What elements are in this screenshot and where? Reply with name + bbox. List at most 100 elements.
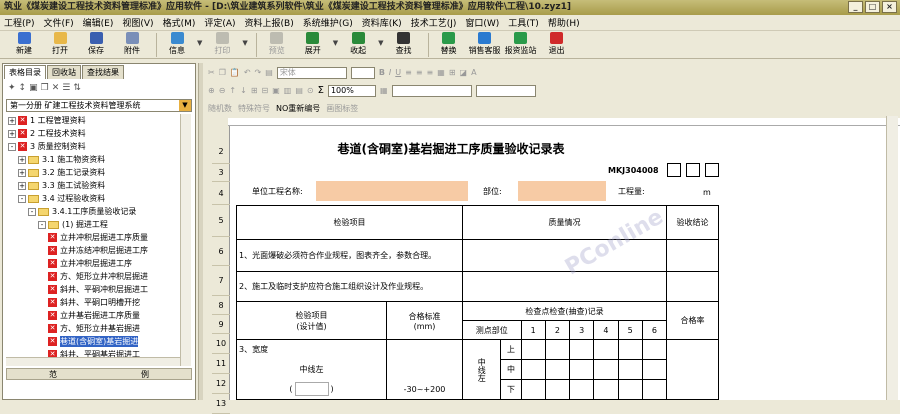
menu-item-0[interactable]: 工程(P) <box>4 16 34 29</box>
renumber-button[interactable]: NO重新编号 <box>276 103 320 114</box>
toolbar-button-12[interactable]: 报资监站 <box>505 31 537 58</box>
cell-l3[interactable] <box>569 379 595 400</box>
insert-col-icon[interactable]: ⊞ <box>251 86 258 95</box>
cut-icon[interactable]: ✂ <box>208 68 215 77</box>
toolbar-button-3[interactable]: 附件 <box>116 31 148 58</box>
toolbar-button-7[interactable]: 展开 <box>297 31 329 58</box>
redo-icon[interactable]: ↷ <box>255 68 262 77</box>
menu-item-5[interactable]: 评定(A) <box>204 16 235 29</box>
row-number[interactable]: 6 <box>212 237 230 266</box>
tree-node[interactable]: ✕ 斜井、平硐冲积层掘进工 <box>6 283 180 296</box>
item-2-quality[interactable] <box>462 271 667 302</box>
link-icon[interactable]: ⊙ <box>307 86 314 95</box>
font-size-select[interactable] <box>350 66 375 79</box>
panel-splitter[interactable] <box>198 63 203 400</box>
menu-item-10[interactable]: 窗口(W) <box>465 16 499 29</box>
tab-recycle-bin[interactable]: 回收站 <box>47 65 81 79</box>
menu-item-8[interactable]: 资料库(K) <box>362 16 402 29</box>
tree-node[interactable]: - ✕ 3 质量控制资料 <box>6 140 180 153</box>
tab-table-directory[interactable]: 表格目录 <box>4 65 46 79</box>
row-number[interactable]: 4 <box>212 182 230 205</box>
tree-node[interactable]: ✕ 立井冲积层掘进工序 <box>6 257 180 270</box>
border-icon[interactable]: ⊞ <box>449 68 456 77</box>
font-select[interactable]: 宋体 <box>276 66 347 79</box>
tab-search-results[interactable]: 查找结果 <box>82 65 124 79</box>
toolbar-button-11[interactable]: 销售客服 <box>469 31 501 58</box>
copy-icon[interactable]: ❐ <box>41 83 49 93</box>
cell-m6[interactable] <box>641 359 668 380</box>
zoom-select[interactable]: 100% <box>327 84 376 97</box>
expand-toggle-icon[interactable]: + <box>18 155 26 164</box>
part-input[interactable] <box>518 181 606 201</box>
cell-m3[interactable] <box>569 359 595 380</box>
font-color-icon[interactable]: A <box>471 68 476 77</box>
cell-m5[interactable] <box>617 359 643 380</box>
expand-toggle-icon[interactable]: - <box>8 142 16 151</box>
cell-u4[interactable] <box>593 339 619 360</box>
row-number[interactable]: 11 <box>212 354 230 374</box>
menu-item-3[interactable]: 视图(V) <box>122 16 153 29</box>
cell-m1[interactable] <box>520 359 546 380</box>
cell-u2[interactable] <box>544 339 571 360</box>
toolbar-button-4[interactable]: 信息 <box>161 31 193 58</box>
tree-node[interactable]: - 3.4 过程验收资料 <box>6 192 180 205</box>
cell-l5[interactable] <box>617 379 643 400</box>
delete-col-icon[interactable]: ⊟ <box>262 86 269 95</box>
maximize-button[interactable]: □ <box>865 1 880 13</box>
picture-icon[interactable]: ▣ <box>272 86 280 95</box>
cell-m4[interactable] <box>593 359 619 380</box>
tree-node[interactable]: - 3.4.1工序质量验收记录 <box>6 205 180 218</box>
random-number-button[interactable]: 随机数 <box>208 103 232 114</box>
toolbar-button-1[interactable]: 打开 <box>44 31 76 58</box>
tree-node[interactable]: + ✕ 1 工程管理资料 <box>6 114 180 127</box>
cell-l2[interactable] <box>544 379 571 400</box>
tree-node[interactable]: +3.3 施工试验资料 <box>6 179 180 192</box>
tree-node[interactable]: + ✕ 2 工程技术资料 <box>6 127 180 140</box>
lock-icon[interactable]: ▤ <box>295 86 303 95</box>
row-number[interactable]: 2 <box>212 140 230 164</box>
tree-horizontal-scrollbar[interactable] <box>6 357 180 366</box>
pass-rate-cell[interactable] <box>666 339 719 400</box>
expand-toggle-icon[interactable]: + <box>8 116 16 125</box>
legend-bar[interactable]: 范 例 <box>6 368 192 380</box>
arrow-up-icon[interactable]: ✦ <box>8 83 16 93</box>
tree-node[interactable]: ✕ 方、矩形立井冲积层掘进 <box>6 270 180 283</box>
menu-item-7[interactable]: 系统维护(G) <box>303 16 353 29</box>
unit-name-input[interactable] <box>316 181 468 201</box>
sum-icon[interactable]: Σ <box>318 85 324 96</box>
chevron-down-icon[interactable]: ▼ <box>242 39 247 47</box>
toolbar-button-6[interactable]: 预览 <box>261 31 293 58</box>
insert-row-icon[interactable]: ⊕ <box>208 86 215 95</box>
tree-node[interactable]: ✕ 立井冲积层掘进工序质量 <box>6 231 180 244</box>
tree-node[interactable]: ✕ 立井冻结冲积层掘进工序 <box>6 244 180 257</box>
toolbar-button-9[interactable]: 查找 <box>388 31 420 58</box>
tree-node[interactable]: +3.2 施工记录资料 <box>6 166 180 179</box>
row-number[interactable]: 7 <box>212 266 230 296</box>
arrow-down-icon[interactable]: ↕ <box>19 83 27 93</box>
sheet-vertical-scrollbar[interactable] <box>886 116 898 400</box>
toolbar-button-13[interactable]: 退出 <box>541 31 573 58</box>
tree-node[interactable]: ✕ 方、矩形立井基岩掘进 <box>6 322 180 335</box>
row-number[interactable]: 12 <box>212 374 230 394</box>
drawing-label-button[interactable]: 画图标签 <box>326 103 358 114</box>
menu-item-6[interactable]: 资料上报(B) <box>245 16 294 29</box>
cell-u3[interactable] <box>569 339 595 360</box>
menu-item-4[interactable]: 格式(M) <box>163 16 196 29</box>
volume-select[interactable]: 第一分册 矿建工程技术资料管理系统 ▼ <box>6 99 192 112</box>
expand-toggle-icon[interactable]: - <box>18 194 26 203</box>
row-number[interactable]: 13 <box>212 394 230 414</box>
chevron-down-icon[interactable]: ▼ <box>378 39 383 47</box>
menu-item-9[interactable]: 技术工艺(J) <box>411 16 457 29</box>
menu-item-12[interactable]: 帮助(H) <box>548 16 580 29</box>
toolbar-button-10[interactable]: 替换 <box>433 31 465 58</box>
cell-u6[interactable] <box>641 339 668 360</box>
merge-cells-icon[interactable]: ▦ <box>437 68 445 77</box>
cell-u1[interactable] <box>520 339 546 360</box>
italic-icon[interactable]: I <box>389 68 391 77</box>
item-1-conclusion[interactable] <box>666 239 719 272</box>
toolbar-button-8[interactable]: 收起 <box>342 31 374 58</box>
chevron-down-icon[interactable]: ▼ <box>333 39 338 47</box>
new-item-icon[interactable]: ▣ <box>29 83 38 93</box>
arrow-up-icon[interactable]: ↑ <box>229 86 236 95</box>
delete-row-icon[interactable]: ⊖ <box>219 86 226 95</box>
